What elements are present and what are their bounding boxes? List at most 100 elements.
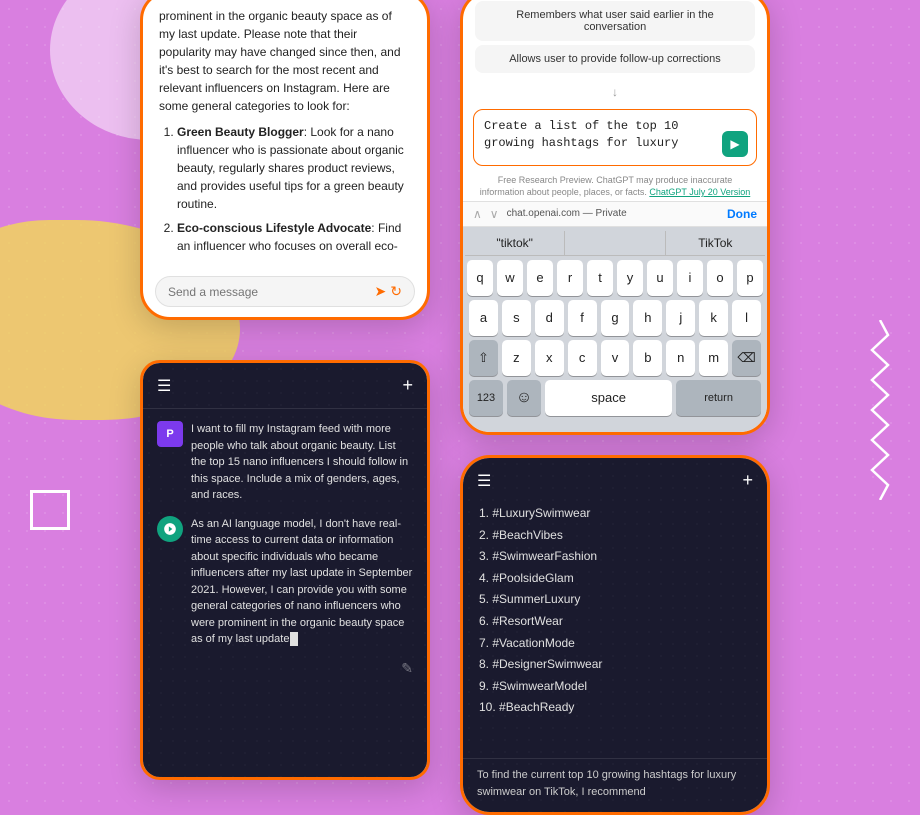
keyboard-row-3: ⇧ z x c v b n m ⌫: [465, 340, 765, 376]
key-p[interactable]: p: [737, 260, 763, 296]
phone3-inner: Remembers what user said earlier in the …: [463, 0, 767, 432]
return-key[interactable]: return: [676, 380, 761, 416]
key-l[interactable]: l: [732, 300, 761, 336]
hashtag-1: 1. #LuxurySwimwear: [479, 503, 751, 525]
phone1-input-bar[interactable]: ➤ ↻: [155, 276, 415, 307]
hashtag-list: 1. #LuxurySwimwear 2. #BeachVibes 3. #Sw…: [463, 499, 767, 758]
phone2-inner: ☰ + P I want to fill my Instagram feed w…: [143, 363, 427, 777]
phone4-plus-icon[interactable]: +: [742, 470, 753, 491]
key-m[interactable]: m: [699, 340, 728, 376]
hashtag-4: 4. #PoolsideGlam: [479, 568, 751, 590]
phone3-send-button[interactable]: ▶: [722, 131, 748, 157]
phone3-browser-bar: ∧ ∨ chat.openai.com — Private Done: [463, 201, 767, 227]
phone2-user-text: I want to fill my Instagram feed with mo…: [191, 421, 413, 504]
phone1-intro-text: prominent in the organic beauty space as…: [159, 7, 411, 115]
phone2-ai-text: As an AI language model, I don't have re…: [191, 516, 413, 648]
key-e[interactable]: e: [527, 260, 553, 296]
key-r[interactable]: r: [557, 260, 583, 296]
phone1-list: Green Beauty Blogger: Look for a nano in…: [159, 123, 411, 255]
shift-key[interactable]: ⇧: [469, 340, 498, 376]
key-h[interactable]: h: [633, 300, 662, 336]
forward-icon[interactable]: ∨: [490, 207, 499, 221]
key-k[interactable]: k: [699, 300, 728, 336]
phone2-user-message: P I want to fill my Instagram feed with …: [157, 421, 413, 504]
hashtag-6: 6. #ResortWear: [479, 611, 751, 633]
refresh-icon[interactable]: ↻: [390, 283, 402, 300]
suggestion-2[interactable]: [565, 231, 665, 255]
phone1-message-input[interactable]: [168, 285, 375, 299]
gpt-avatar: [157, 516, 183, 542]
scroll-down-icon[interactable]: ↓: [463, 81, 767, 103]
key-g[interactable]: g: [601, 300, 630, 336]
key-u[interactable]: u: [647, 260, 673, 296]
keyboard-row-4: 123 ☺ space return: [465, 380, 765, 416]
key-i[interactable]: i: [677, 260, 703, 296]
key-x[interactable]: x: [535, 340, 564, 376]
decorative-square: [30, 490, 70, 530]
key-n[interactable]: n: [666, 340, 695, 376]
key-v[interactable]: v: [601, 340, 630, 376]
zigzag-decoration: [870, 320, 890, 500]
number-key[interactable]: 123: [469, 380, 503, 416]
suggestion-1[interactable]: "tiktok": [465, 231, 565, 255]
phone3-disclaimer: Free Research Preview. ChatGPT may produ…: [463, 172, 767, 201]
phone1-list-item-1: Green Beauty Blogger: Look for a nano in…: [177, 123, 411, 213]
key-o[interactable]: o: [707, 260, 733, 296]
hashtag-2: 2. #BeachVibes: [479, 525, 751, 547]
keyboard-done-button[interactable]: Done: [727, 207, 757, 221]
key-b[interactable]: b: [633, 340, 662, 376]
phone1-item1-title: Green Beauty Blogger: [177, 125, 304, 139]
chatgpt-version-link[interactable]: ChatGPT July 20 Version: [649, 187, 750, 197]
key-d[interactable]: d: [535, 300, 564, 336]
phone2-ai-message: As an AI language model, I don't have re…: [157, 516, 413, 648]
phone4-footer-text: To find the current top 10 growing hasht…: [463, 758, 767, 812]
key-j[interactable]: j: [666, 300, 695, 336]
user-avatar: P: [157, 421, 183, 447]
phone4-header: ☰ +: [463, 458, 767, 499]
key-a[interactable]: a: [469, 300, 498, 336]
key-s[interactable]: s: [502, 300, 531, 336]
edit-icon[interactable]: ✎: [401, 660, 413, 677]
phone3-info-card-2: Allows user to provide follow-up correct…: [475, 45, 755, 73]
phone3-chat-input[interactable]: Create a list of the top 10 growing hash…: [473, 109, 757, 166]
phone4-inner: ☰ + 1. #LuxurySwimwear 2. #BeachVibes 3.…: [463, 458, 767, 812]
phone1-list-item-2: Eco-conscious Lifestyle Advocate: Find a…: [177, 219, 411, 255]
hamburger-icon[interactable]: ☰: [157, 376, 171, 396]
phone3-info-card-1: Remembers what user said earlier in the …: [475, 1, 755, 41]
phone2-header: ☰ +: [143, 363, 427, 409]
hashtag-9: 9. #SwimwearModel: [479, 676, 751, 698]
phone-frame-2: ☰ + P I want to fill my Instagram feed w…: [140, 360, 430, 780]
hashtag-3: 3. #SwimwearFashion: [479, 546, 751, 568]
keyboard-suggestions: "tiktok" TikTok: [465, 231, 765, 256]
phone-frame-3: Remembers what user said earlier in the …: [460, 0, 770, 435]
phone4-hamburger-icon[interactable]: ☰: [477, 471, 491, 491]
phone-frame-1: prominent in the organic beauty space as…: [140, 0, 430, 320]
phone3-info-cards: Remembers what user said earlier in the …: [463, 0, 767, 81]
suggestion-3[interactable]: TikTok: [666, 231, 765, 255]
hashtag-8: 8. #DesignerSwimwear: [479, 654, 751, 676]
key-c[interactable]: c: [568, 340, 597, 376]
key-t[interactable]: t: [587, 260, 613, 296]
hashtag-5: 5. #SummerLuxury: [479, 589, 751, 611]
browser-url: chat.openai.com — Private: [507, 208, 627, 219]
key-f[interactable]: f: [568, 300, 597, 336]
keyboard: "tiktok" TikTok q w e r t y u i o p a s: [463, 227, 767, 432]
phone1-item2-title: Eco-conscious Lifestyle Advocate: [177, 221, 371, 235]
key-y[interactable]: y: [617, 260, 643, 296]
hashtag-10: 10. #BeachReady: [479, 697, 751, 719]
keyboard-row-1: q w e r t y u i o p: [465, 260, 765, 296]
emoji-key[interactable]: ☺: [507, 380, 541, 416]
new-chat-icon[interactable]: +: [402, 375, 413, 396]
phone-frame-4: ☰ + 1. #LuxurySwimwear 2. #BeachVibes 3.…: [460, 455, 770, 815]
space-key[interactable]: space: [545, 380, 672, 416]
text-cursor: [290, 632, 298, 646]
phone3-input-textarea[interactable]: Create a list of the top 10 growing hash…: [484, 118, 716, 152]
send-icon[interactable]: ➤: [375, 283, 387, 300]
key-q[interactable]: q: [467, 260, 493, 296]
back-icon[interactable]: ∧: [473, 207, 482, 221]
phone1-content: prominent in the organic beauty space as…: [143, 0, 427, 275]
key-z[interactable]: z: [502, 340, 531, 376]
delete-key[interactable]: ⌫: [732, 340, 761, 376]
key-w[interactable]: w: [497, 260, 523, 296]
hashtag-7: 7. #VacationMode: [479, 633, 751, 655]
